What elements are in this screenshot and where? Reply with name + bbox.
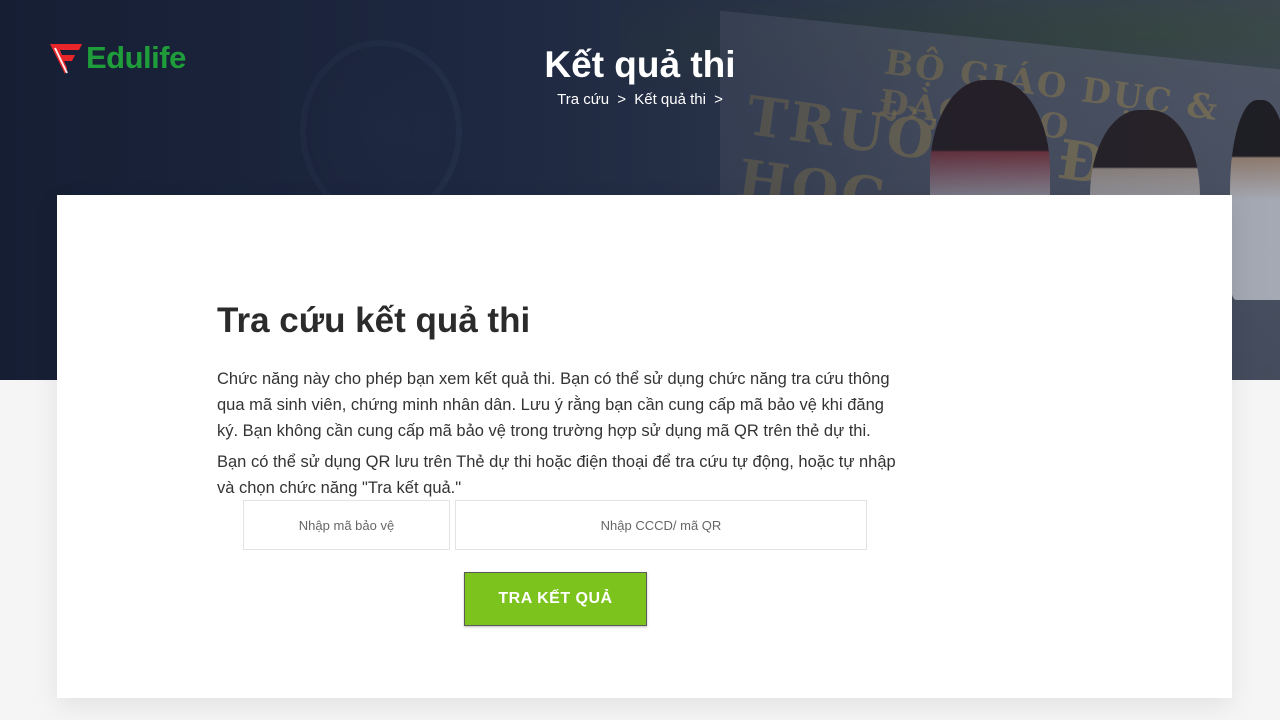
page-title: Kết quả thi — [544, 44, 736, 85]
breadcrumb: Tra cứu > Kết quả thi > — [0, 91, 1280, 108]
lookup-results-button[interactable]: TRA KẾT QUẢ — [464, 572, 647, 626]
lookup-description: Chức năng này cho phép bạn xem kết quả t… — [217, 370, 890, 440]
breadcrumb-separator: > — [617, 91, 627, 108]
security-code-input[interactable] — [243, 500, 450, 550]
lookup-title: Tra cứu kết quả thi — [217, 301, 531, 340]
breadcrumb-item-exam-results[interactable]: Kết quả thi — [634, 91, 706, 108]
lookup-qr-instructions: Bạn có thể sử dụng QR lưu trên Thẻ dự th… — [217, 453, 896, 497]
breadcrumb-item-lookup[interactable]: Tra cứu — [557, 91, 609, 108]
lookup-card: Tra cứu kết quả thi Chức năng này cho ph… — [57, 195, 1232, 698]
id-or-qr-input[interactable] — [455, 500, 867, 550]
breadcrumb-separator: > — [714, 91, 723, 108]
